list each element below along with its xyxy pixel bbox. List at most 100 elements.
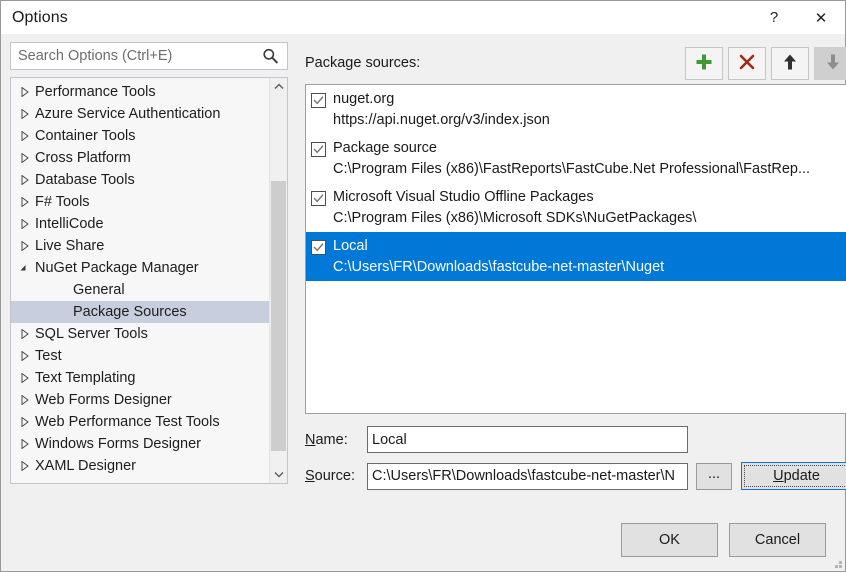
resize-grip[interactable] [830,556,842,568]
dialog-footer: OK Cancel [1,509,845,571]
name-input[interactable] [367,426,688,453]
tree-item-label: XAML Designer [35,458,137,474]
tree-expand-arrow-icon [17,417,33,427]
tree-expand-arrow-icon [17,329,33,339]
tree-item-label: Text Templating [35,370,136,386]
tree-item[interactable]: Web Performance Test Tools [11,411,269,433]
tree-item-label: Web Performance Test Tools [35,414,220,430]
move-up-button[interactable] [771,46,809,80]
tree-item-label: Package Sources [73,304,187,320]
tree-item[interactable]: Cross Platform [11,147,269,169]
package-source-checkbox[interactable] [311,191,326,206]
tree-item-label: Test [35,348,62,364]
package-source-texts: nuget.org https://api.nuget.org/v3/index.… [333,89,846,131]
tree-item[interactable]: NuGet Package Manager [11,257,269,279]
tree-item[interactable]: IntelliCode [11,213,269,235]
tree-item[interactable]: Windows Forms Designer [11,433,269,455]
tree-item[interactable]: Azure Service Authentication [11,103,269,125]
package-source-url: C:\Program Files (x86)\Microsoft SDKs\Nu… [333,210,697,226]
package-sources-toolbar [685,46,846,80]
search-input[interactable] [11,43,256,69]
options-tree-list: Performance Tools Azure Service Authentic… [11,78,269,483]
tree-item[interactable]: XAML Designer [11,455,269,477]
browse-button[interactable]: ... [696,462,732,490]
tree-item-label: SQL Server Tools [35,326,148,342]
package-sources-list[interactable]: nuget.org https://api.nuget.org/v3/index.… [305,84,846,414]
remove-package-source-button[interactable] [728,46,766,80]
window-title: Options [12,8,68,26]
help-button[interactable]: ? [751,1,797,34]
package-source-name: Local [333,238,368,254]
tree-collapse-arrow-icon [17,264,33,272]
tree-item[interactable]: F# Tools [11,191,269,213]
tree-scrollbar[interactable] [269,78,287,483]
package-source-item[interactable]: Microsoft Visual Studio Offline Packages… [306,183,846,232]
tree-item[interactable]: Package Sources [11,301,269,323]
tree-item-label: Live Share [35,238,105,254]
update-label: pdate [783,468,820,484]
name-label-text: ame: [315,431,348,448]
package-source-checkbox[interactable] [311,93,326,108]
update-button[interactable]: Update [741,462,846,490]
source-label-accesskey: S [305,468,315,484]
title-bar: Options ? ✕ [1,1,845,34]
tree-item-label: Azure Service Authentication [35,106,221,122]
source-label-text: ource: [314,468,355,484]
tree-expand-arrow-icon [17,153,33,163]
tree-scrollbar-thumb[interactable] [271,181,286,451]
tree-expand-arrow-icon [17,439,33,449]
close-button[interactable]: ✕ [797,1,845,34]
tree-item-label: Performance Tools [35,84,156,100]
move-down-button [814,46,846,80]
cancel-button[interactable]: Cancel [729,523,826,557]
tree-item[interactable]: SQL Server Tools [11,323,269,345]
tree-expand-arrow-icon [17,395,33,405]
tree-item[interactable]: Live Share [11,235,269,257]
name-row: Name: [305,426,846,453]
x-icon [738,53,756,74]
tree-item[interactable]: Database Tools [11,169,269,191]
package-source-name: Package source [333,140,437,156]
name-label: Name: [305,432,367,448]
tree-item[interactable]: Container Tools [11,125,269,147]
package-source-checkbox[interactable] [311,142,326,157]
package-source-texts: Local C:\Users\FR\Downloads\fastcube-net-… [333,236,846,278]
tree-expand-arrow-icon [17,241,33,251]
scroll-up-button[interactable] [270,78,287,95]
tree-item[interactable]: General [11,279,269,301]
package-sources-header: Package sources: [305,42,846,84]
search-box[interactable] [10,42,288,70]
add-package-source-button[interactable] [685,46,723,80]
tree-item-label: Cross Platform [35,150,131,166]
tree-item[interactable]: Performance Tools [11,81,269,103]
update-accesskey: U [773,468,784,484]
source-input[interactable] [367,462,688,490]
package-source-item[interactable]: Local C:\Users\FR\Downloads\fastcube-net-… [306,232,846,281]
package-source-name: Microsoft Visual Studio Offline Packages [333,189,594,205]
tree-expand-arrow-icon [17,373,33,383]
package-source-item[interactable]: nuget.org https://api.nuget.org/v3/index.… [306,85,846,134]
tree-item-label: Container Tools [35,128,136,144]
tree-item[interactable]: Test [11,345,269,367]
title-bar-buttons: ? ✕ [751,1,845,34]
tree-expand-arrow-icon [17,175,33,185]
package-source-texts: Microsoft Visual Studio Offline Packages… [333,187,846,229]
package-sources-label: Package sources: [305,55,421,71]
scroll-down-button[interactable] [270,466,287,483]
search-icon [262,48,279,65]
tree-item-label: General [73,282,125,298]
options-dialog: Options ? ✕ Performance Tools Azure Servi… [0,0,846,572]
options-tree[interactable]: Performance Tools Azure Service Authentic… [10,77,288,484]
tree-item-label: F# Tools [35,194,90,210]
tree-expand-arrow-icon [17,109,33,119]
ok-button[interactable]: OK [621,523,718,557]
tree-item-label: NuGet Package Manager [35,260,199,276]
package-source-url: C:\Program Files (x86)\FastReports\FastC… [333,161,811,177]
tree-expand-arrow-icon [17,87,33,97]
tree-item-label: Database Tools [35,172,135,188]
tree-item[interactable]: Web Forms Designer [11,389,269,411]
package-source-item[interactable]: Package source C:\Program Files (x86)\Fas… [306,134,846,183]
package-source-checkbox[interactable] [311,240,326,255]
tree-item[interactable]: Text Templating [11,367,269,389]
package-source-texts: Package source C:\Program Files (x86)\Fas… [333,138,846,180]
